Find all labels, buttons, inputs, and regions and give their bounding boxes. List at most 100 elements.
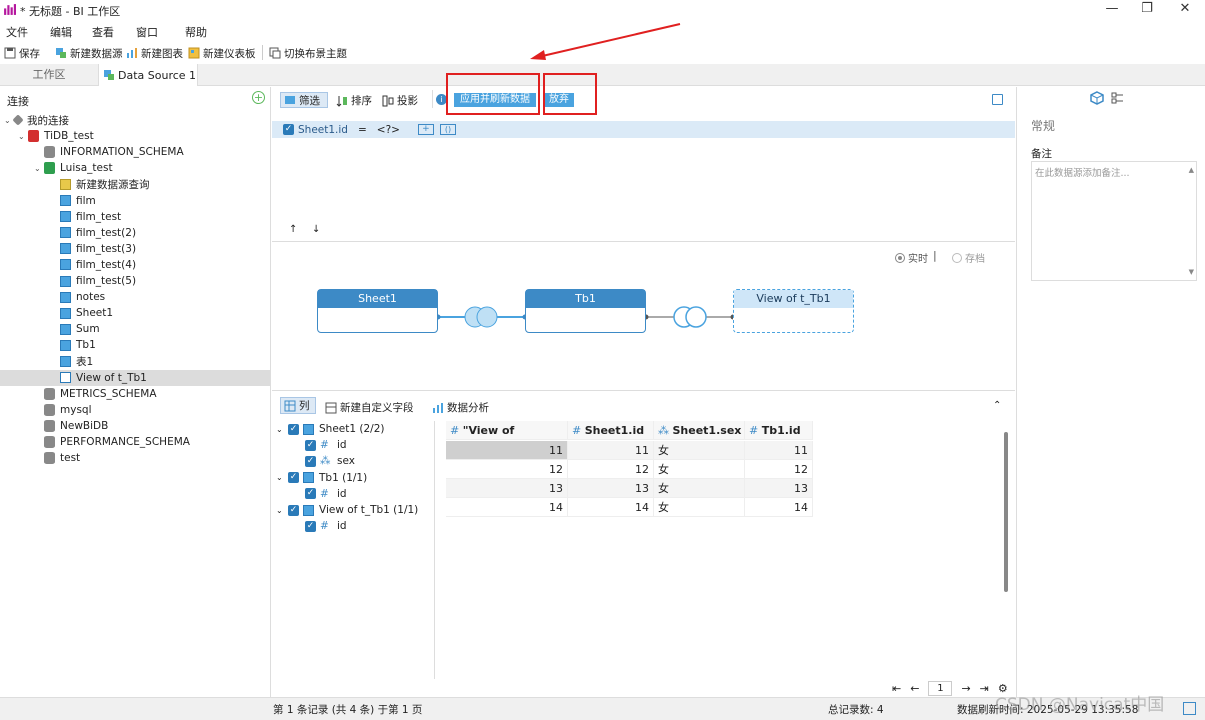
add-connection-icon[interactable]: + [252,91,265,104]
node-tb1[interactable]: Tb1 [525,289,646,333]
field-checkbox[interactable]: ✓ [305,520,316,532]
menu-help[interactable]: 帮助 [185,24,207,40]
tree-item[interactable]: 表1 [0,354,270,370]
notes-textarea[interactable]: 在此数据源添加备注... ▲ ▼ [1031,161,1197,281]
tree-item[interactable]: PERFORMANCE_SCHEMA [0,434,270,450]
menu-window[interactable]: 窗口 [136,24,158,40]
tree-item[interactable]: mysql [0,402,270,418]
grid-cell[interactable]: 女 [654,460,745,479]
grid-cell[interactable]: 12 [446,460,568,479]
grid-cell[interactable]: 女 [654,441,745,460]
maximize-button[interactable]: ❐ [1128,0,1166,20]
tree-item[interactable]: film_test(5) [0,273,270,289]
add-condition-icon[interactable]: + [417,124,434,135]
grid-cell[interactable]: 14 [446,498,568,517]
minimize-button[interactable]: — [1093,0,1131,20]
new-chart-button[interactable]: 新建图表 [126,45,183,61]
fullscreen-icon[interactable] [992,94,1003,105]
add-group-icon[interactable]: () [439,124,456,135]
field-item[interactable]: ✓ # id [305,439,347,451]
field-checkbox[interactable]: ✓ [288,472,299,484]
field-item[interactable]: ⌄ ✓ Tb1 (1/1) [276,472,367,484]
grid-cell[interactable]: 11 [446,441,568,460]
menu-edit[interactable]: 编辑 [50,24,72,40]
project-button[interactable]: 投影 [382,93,418,108]
tree-item[interactable]: film [0,193,270,209]
field-item[interactable]: ⌄ ✓ Sheet1 (2/2) [276,423,384,435]
panel-toggle-icon[interactable] [1183,702,1196,715]
relation-icon[interactable] [1111,91,1125,105]
expand-arrow-icon[interactable]: ⌄ [276,506,288,515]
sort-button[interactable]: 排序 [336,93,372,108]
tree-item[interactable]: Sheet1 [0,305,270,321]
move-up-icon[interactable]: ↑ [289,224,297,235]
close-button[interactable]: ✕ [1166,0,1204,20]
cube-icon[interactable] [1090,91,1104,105]
node-view-tb1[interactable]: View of t_Tb1 [733,289,854,333]
field-item[interactable]: ✓ # id [305,488,347,500]
filter-checkbox[interactable]: ✓ [283,124,294,135]
expand-arrow-icon[interactable]: ⌄ [276,425,288,434]
tree-item[interactable]: Tb1 [0,337,270,353]
tree-item[interactable]: film_test [0,209,270,225]
column-header[interactable]: # Tb1.id [745,421,813,440]
expand-arrow-icon[interactable]: ⌄ [34,164,44,173]
filter-operator[interactable]: = [358,124,367,136]
tab-workspace[interactable]: 工作区 [0,64,98,86]
tree-item[interactable]: NewBiDB [0,418,270,434]
tree-item[interactable]: ⌄ TiDB_test [0,128,270,144]
menu-file[interactable]: 文件 [6,24,28,40]
expand-arrow-icon[interactable]: ⌄ [18,132,28,141]
filter-button[interactable]: 筛选 [280,92,328,108]
grid-cell[interactable]: 14 [568,498,654,517]
filter-value[interactable]: <?> [377,124,400,136]
data-analysis-button[interactable]: 数据分析 [432,400,489,415]
filter-condition-row[interactable]: ✓ Sheet1.id = <?> + () [272,121,1015,138]
collapse-icon[interactable]: ⌃ [993,400,1001,411]
grid-cell[interactable]: 13 [745,479,813,498]
field-checkbox[interactable]: ✓ [305,488,316,500]
first-page-icon[interactable]: ⇤ [892,682,901,695]
column-header[interactable]: ⁂ Sheet1.sex [654,421,745,440]
column-header[interactable]: # Sheet1.id [568,421,654,440]
grid-cell[interactable]: 13 [446,479,568,498]
tree-item[interactable]: 新建数据源查询 [0,176,270,192]
columns-tab[interactable]: 列 [280,397,316,414]
move-down-icon[interactable]: ↓ [312,224,320,235]
field-item[interactable]: ⌄ ✓ View of t_Tb1 (1/1) [276,504,418,516]
switch-theme-button[interactable]: 切换布景主题 [269,45,347,61]
expand-arrow-icon[interactable]: ⌄ [276,473,288,482]
new-dashboard-button[interactable]: 新建仪表板 [188,45,256,61]
field-item[interactable]: ✓ ⁂ sex [305,455,355,467]
field-item[interactable]: ✓ # id [305,520,347,532]
column-header[interactable]: # "View of t_Tb1".id [446,421,568,456]
new-datasource-button[interactable]: 新建数据源 [55,45,123,61]
node-sheet1[interactable]: Sheet1 [317,289,438,333]
tree-item[interactable]: METRICS_SCHEMA [0,386,270,402]
field-checkbox[interactable]: ✓ [305,455,316,467]
tree-item[interactable]: film_test(2) [0,225,270,241]
grid-cell[interactable]: 13 [568,479,654,498]
tree-item[interactable]: View of t_Tb1 [0,369,270,386]
tree-item[interactable]: film_test(4) [0,257,270,273]
tree-item[interactable]: ⌄ Luisa_test [0,160,270,176]
grid-cell[interactable]: 11 [568,441,654,460]
grid-scrollbar[interactable] [1004,432,1008,592]
last-page-icon[interactable]: ⇥ [980,682,989,695]
menu-view[interactable]: 查看 [92,24,114,40]
tree-item[interactable]: Sum [0,321,270,337]
grid-cell[interactable]: 14 [745,498,813,517]
scroll-up-icon[interactable]: ▲ [1189,166,1194,174]
grid-cell[interactable]: 11 [745,441,813,460]
tree-item[interactable]: INFORMATION_SCHEMA [0,144,270,160]
grid-cell[interactable]: 12 [745,460,813,479]
prev-page-icon[interactable]: ← [910,682,919,695]
field-checkbox[interactable]: ✓ [288,504,299,516]
save-button[interactable]: 保存 [4,45,40,61]
field-checkbox[interactable]: ✓ [305,439,316,451]
tab-datasource[interactable]: Data Source 1 [98,64,198,86]
field-checkbox[interactable]: ✓ [288,423,299,435]
tree-item[interactable]: notes [0,289,270,305]
tree-item[interactable]: film_test(3) [0,241,270,257]
grid-cell[interactable]: 女 [654,479,745,498]
